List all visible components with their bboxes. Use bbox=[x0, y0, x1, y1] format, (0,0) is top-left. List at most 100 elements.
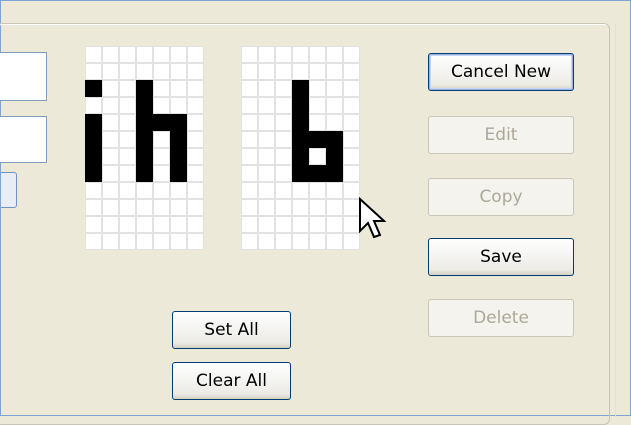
pixel-cell[interactable] bbox=[119, 182, 136, 199]
pixel-cell[interactable] bbox=[241, 80, 258, 97]
pixel-cell[interactable] bbox=[309, 80, 326, 97]
pixel-cell[interactable] bbox=[241, 182, 258, 199]
pixel-cell[interactable] bbox=[136, 46, 153, 63]
pixel-cell[interactable] bbox=[102, 46, 119, 63]
pixel-cell[interactable] bbox=[258, 63, 275, 80]
pixel-cell[interactable] bbox=[85, 233, 102, 250]
pixel-cell[interactable] bbox=[258, 182, 275, 199]
pixel-cell[interactable] bbox=[343, 165, 360, 182]
pixel-cell[interactable] bbox=[343, 131, 360, 148]
pixel-cell[interactable] bbox=[170, 46, 187, 63]
pixel-cell[interactable] bbox=[136, 216, 153, 233]
pixel-cell[interactable] bbox=[275, 63, 292, 80]
pixel-cell[interactable] bbox=[343, 148, 360, 165]
pixel-cell[interactable] bbox=[153, 114, 170, 131]
pixel-cell[interactable] bbox=[258, 131, 275, 148]
pixel-cell[interactable] bbox=[241, 216, 258, 233]
pixel-cell[interactable] bbox=[275, 148, 292, 165]
clear-all-button[interactable]: Clear All bbox=[172, 362, 291, 400]
pixel-cell[interactable] bbox=[153, 165, 170, 182]
pixel-cell[interactable] bbox=[187, 97, 204, 114]
pixel-cell[interactable] bbox=[153, 46, 170, 63]
pixel-cell[interactable] bbox=[292, 165, 309, 182]
pixel-cell[interactable] bbox=[258, 233, 275, 250]
pixel-cell[interactable] bbox=[119, 63, 136, 80]
pixel-cell[interactable] bbox=[187, 233, 204, 250]
pixel-cell[interactable] bbox=[153, 131, 170, 148]
pixel-cell[interactable] bbox=[102, 216, 119, 233]
pixel-cell[interactable] bbox=[258, 199, 275, 216]
pixel-cell[interactable] bbox=[241, 165, 258, 182]
pixel-cell[interactable] bbox=[85, 63, 102, 80]
pixel-cell[interactable] bbox=[292, 63, 309, 80]
pixel-cell[interactable] bbox=[119, 148, 136, 165]
pixel-cell[interactable] bbox=[343, 97, 360, 114]
pixel-cell[interactable] bbox=[292, 131, 309, 148]
pixel-cell[interactable] bbox=[258, 46, 275, 63]
pixel-cell[interactable] bbox=[136, 182, 153, 199]
pixel-cell[interactable] bbox=[275, 131, 292, 148]
pixel-cell[interactable] bbox=[309, 148, 326, 165]
pixel-cell[interactable] bbox=[241, 63, 258, 80]
pixel-cell[interactable] bbox=[136, 233, 153, 250]
pixel-cell[interactable] bbox=[275, 114, 292, 131]
pixel-cell[interactable] bbox=[187, 80, 204, 97]
pixel-cell[interactable] bbox=[102, 233, 119, 250]
pixel-cell[interactable] bbox=[119, 233, 136, 250]
pixel-cell[interactable] bbox=[170, 148, 187, 165]
pixel-cell[interactable] bbox=[102, 182, 119, 199]
pixel-cell[interactable] bbox=[136, 114, 153, 131]
pixel-cell[interactable] bbox=[258, 114, 275, 131]
pixel-cell[interactable] bbox=[85, 182, 102, 199]
pixel-cell[interactable] bbox=[85, 46, 102, 63]
pixel-cell[interactable] bbox=[170, 63, 187, 80]
pixel-cell[interactable] bbox=[343, 46, 360, 63]
pixel-cell[interactable] bbox=[85, 80, 102, 97]
pixel-cell[interactable] bbox=[309, 97, 326, 114]
pixel-cell[interactable] bbox=[292, 216, 309, 233]
pixel-cell[interactable] bbox=[170, 216, 187, 233]
pixel-grid-left[interactable] bbox=[85, 46, 204, 250]
pixel-cell[interactable] bbox=[85, 199, 102, 216]
pixel-cell[interactable] bbox=[326, 216, 343, 233]
pixel-cell[interactable] bbox=[102, 148, 119, 165]
pixel-cell[interactable] bbox=[241, 148, 258, 165]
pixel-cell[interactable] bbox=[258, 148, 275, 165]
pixel-cell[interactable] bbox=[326, 97, 343, 114]
pixel-cell[interactable] bbox=[187, 182, 204, 199]
pixel-cell[interactable] bbox=[136, 165, 153, 182]
pixel-cell[interactable] bbox=[326, 46, 343, 63]
pixel-cell[interactable] bbox=[119, 165, 136, 182]
pixel-cell[interactable] bbox=[153, 199, 170, 216]
pixel-cell[interactable] bbox=[275, 80, 292, 97]
pixel-cell[interactable] bbox=[258, 97, 275, 114]
pixel-cell[interactable] bbox=[187, 199, 204, 216]
pixel-cell[interactable] bbox=[119, 46, 136, 63]
pixel-cell[interactable] bbox=[309, 182, 326, 199]
pixel-cell[interactable] bbox=[187, 148, 204, 165]
pixel-cell[interactable] bbox=[153, 63, 170, 80]
pixel-cell[interactable] bbox=[119, 97, 136, 114]
pixel-cell[interactable] bbox=[275, 233, 292, 250]
pixel-cell[interactable] bbox=[326, 131, 343, 148]
pixel-cell[interactable] bbox=[309, 114, 326, 131]
pixel-cell[interactable] bbox=[326, 63, 343, 80]
pixel-cell[interactable] bbox=[119, 114, 136, 131]
pixel-cell[interactable] bbox=[343, 63, 360, 80]
pixel-cell[interactable] bbox=[119, 80, 136, 97]
pixel-cell[interactable] bbox=[136, 80, 153, 97]
pixel-cell[interactable] bbox=[85, 165, 102, 182]
pixel-cell[interactable] bbox=[258, 80, 275, 97]
pixel-cell[interactable] bbox=[241, 199, 258, 216]
pixel-cell[interactable] bbox=[309, 46, 326, 63]
pixel-cell[interactable] bbox=[241, 114, 258, 131]
pixel-cell[interactable] bbox=[170, 199, 187, 216]
pixel-cell[interactable] bbox=[275, 182, 292, 199]
pixel-cell[interactable] bbox=[275, 97, 292, 114]
pixel-cell[interactable] bbox=[102, 97, 119, 114]
pixel-cell[interactable] bbox=[119, 199, 136, 216]
pixel-cell[interactable] bbox=[275, 216, 292, 233]
pixel-cell[interactable] bbox=[85, 114, 102, 131]
pixel-cell[interactable] bbox=[326, 233, 343, 250]
pixel-cell[interactable] bbox=[292, 46, 309, 63]
